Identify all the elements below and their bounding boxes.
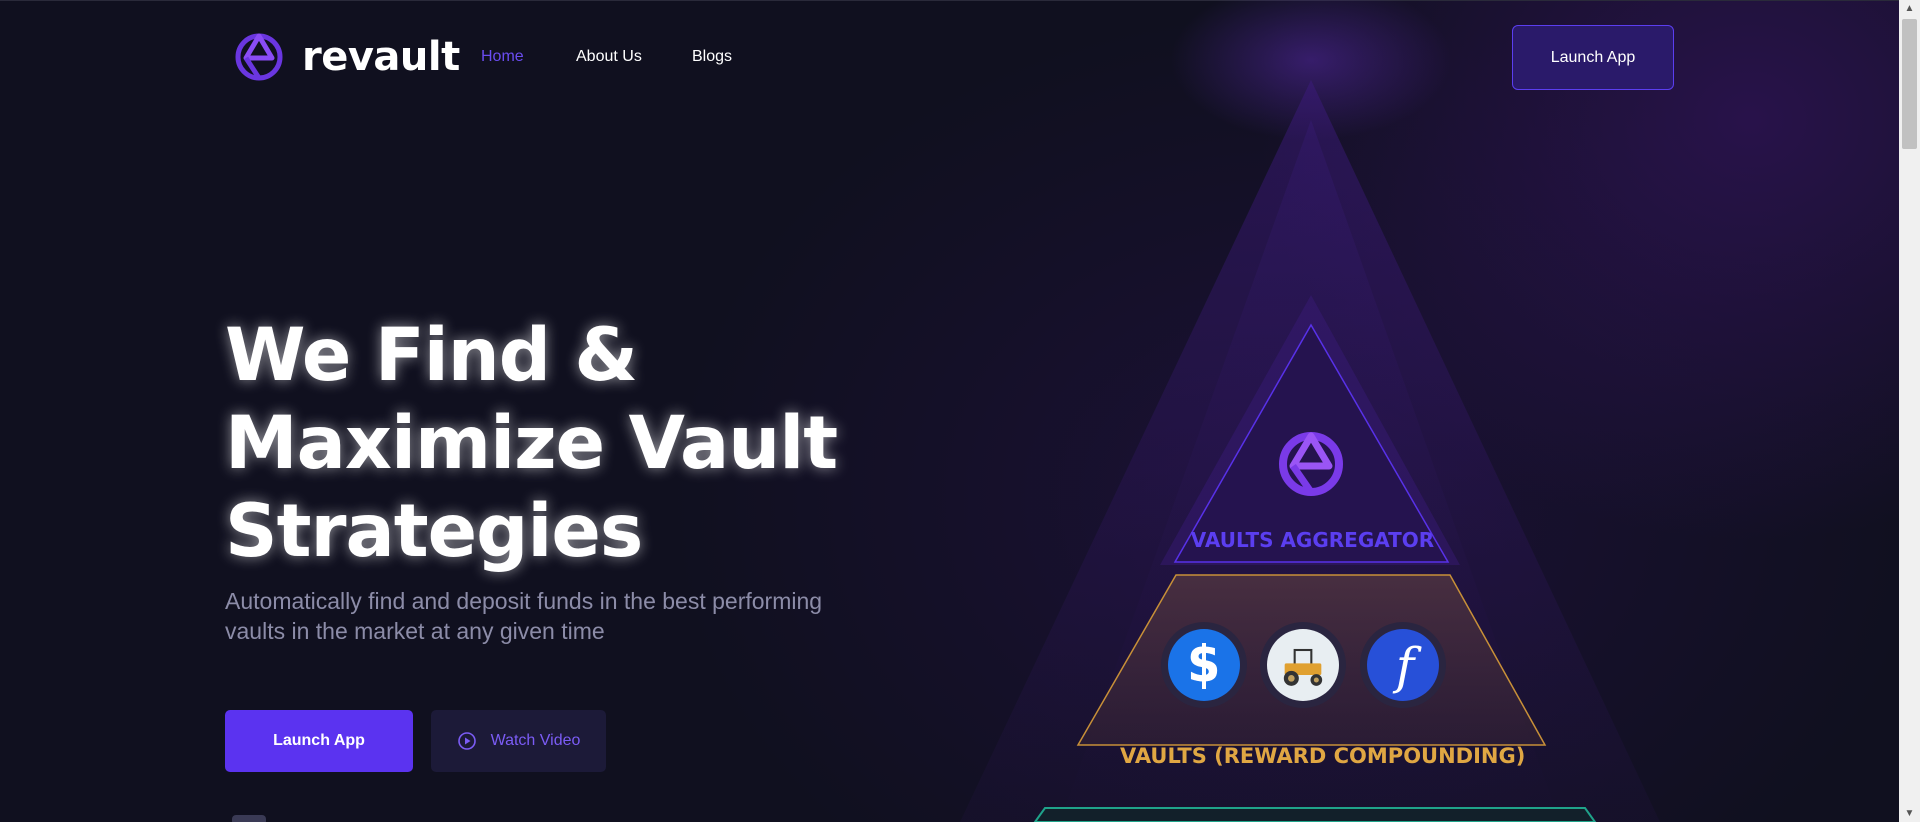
vault-coin — [1260, 622, 1346, 708]
partial-element — [232, 815, 266, 822]
hero-subtitle-line: vaults in the market at any given time — [225, 618, 605, 644]
scroll-thumb[interactable] — [1902, 19, 1917, 149]
brand-name: revault — [302, 34, 460, 80]
scroll-up-arrow-icon[interactable]: ▲ — [1899, 0, 1920, 17]
page: revault Home About Us Blogs Launch App W… — [0, 0, 1899, 822]
top-glow — [1171, 0, 1451, 140]
vaults-aggregator-label: VAULTS AGGREGATOR — [1190, 528, 1435, 552]
hero-launch-app-button[interactable]: Launch App — [225, 710, 413, 772]
yearn-icon: S — [1168, 629, 1240, 701]
hero-title-line: Strategies — [225, 489, 643, 574]
vault-coin: S — [1161, 622, 1247, 708]
nav-blogs-link[interactable]: Blogs — [692, 48, 732, 66]
nav-home-link[interactable]: Home — [481, 48, 524, 66]
bottom-layer — [1033, 807, 1597, 822]
play-circle-icon — [457, 732, 476, 750]
aggregator-logo-icon — [1279, 432, 1343, 496]
revault-logo-icon — [235, 33, 283, 81]
watch-video-button[interactable]: Watch Video — [431, 710, 606, 772]
nav-about-link[interactable]: About Us — [576, 48, 642, 66]
f-icon: f — [1367, 629, 1439, 701]
vaults-compounding-label: VAULTS (REWARD COMPOUNDING) — [1120, 744, 1526, 768]
scroll-down-arrow-icon[interactable]: ▼ — [1899, 805, 1920, 822]
tractor-icon — [1267, 629, 1339, 701]
hero-title-line: Maximize Vault — [225, 401, 838, 486]
page-scrollbar[interactable]: ▲ ▼ — [1899, 0, 1920, 822]
hero-title: We Find & Maximize Vault Strategies — [225, 312, 925, 576]
hero-subtitle-line: Automatically find and deposit funds in … — [225, 588, 823, 614]
svg-text:f: f — [1392, 637, 1422, 695]
vault-coin: f — [1360, 622, 1446, 708]
brand-logo[interactable]: revault — [232, 30, 460, 84]
hero-subtitle: Automatically find and deposit funds in … — [225, 586, 945, 646]
watch-video-label: Watch Video — [490, 732, 581, 749]
hero-title-line: We Find & — [225, 313, 638, 398]
header-launch-app-button[interactable]: Launch App — [1512, 25, 1674, 90]
top-border — [0, 0, 1899, 1]
